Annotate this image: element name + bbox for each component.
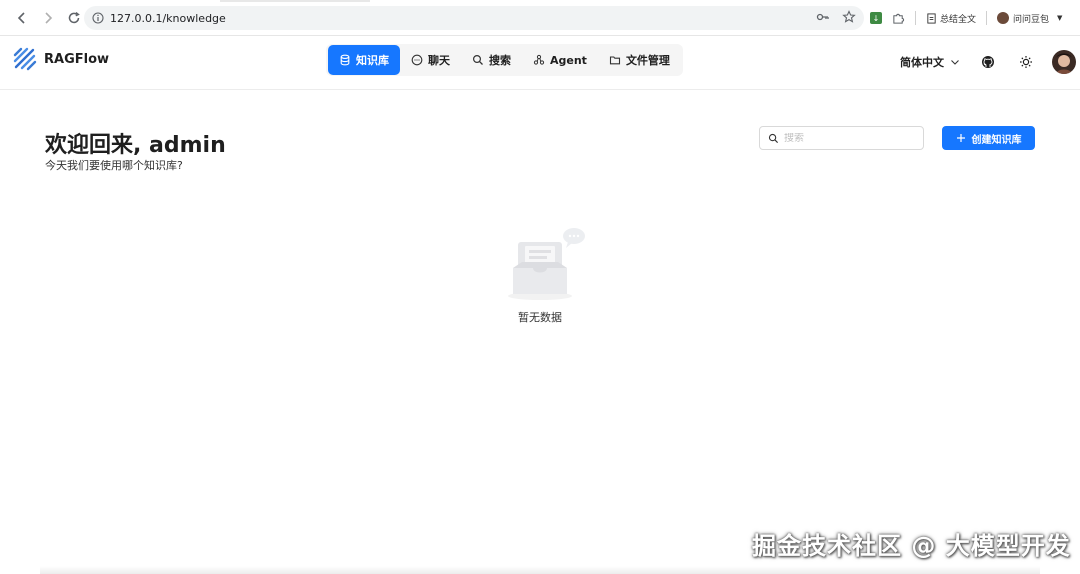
nav-label: 文件管理	[625, 54, 670, 67]
watermark: 掘金技术社区 @ 大模型开发	[752, 532, 1071, 560]
toolbar-divider	[915, 11, 916, 25]
address-bar[interactable]: 127.0.0.1/knowledge	[84, 6, 864, 30]
github-button[interactable]	[978, 52, 998, 72]
chat-icon	[411, 54, 423, 66]
profile-avatar	[997, 12, 1010, 24]
site-info-icon[interactable]	[92, 12, 104, 24]
chevron-down-icon	[951, 60, 959, 65]
browser-extensions: ↓ 总结全文 问问豆包 ▼	[870, 6, 1062, 30]
user-avatar[interactable]	[1052, 50, 1076, 74]
empty-state-illustration	[508, 228, 585, 300]
summary-label: 总结全文	[940, 14, 977, 25]
ragflow-logo-icon	[13, 47, 37, 71]
main-nav: 知识库 聊天 搜索 Agent 文件管理	[326, 44, 683, 76]
reload-button[interactable]	[62, 6, 86, 30]
forward-arrow-icon	[45, 11, 53, 24]
profile-button[interactable]: 问问豆包 ▼	[997, 12, 1062, 25]
profile-name: 问问豆包	[1013, 14, 1050, 25]
bookmark-star-icon[interactable]	[842, 10, 856, 24]
database-icon	[340, 54, 350, 66]
back-button[interactable]	[10, 6, 34, 30]
nav-label: 搜索	[489, 54, 511, 67]
nav-label: Agent	[550, 53, 587, 67]
extensions-puzzle-icon[interactable]	[892, 12, 905, 25]
nav-file-management[interactable]: 文件管理	[598, 45, 681, 75]
nav-label: 聊天	[428, 54, 450, 67]
download-extension-icon[interactable]: ↓	[870, 12, 882, 24]
app-header: RAGFlow 知识库 聊天 搜索 Agent 文件管理 简体中文	[0, 36, 1080, 90]
agent-icon	[533, 54, 545, 65]
folder-icon	[609, 56, 620, 65]
brand-name: RAGFlow	[44, 51, 110, 67]
reload-icon	[68, 11, 80, 23]
language-label: 简体中文	[900, 56, 944, 69]
page-title: 欢迎回来, admin	[45, 133, 226, 158]
back-arrow-icon	[17, 11, 25, 24]
header-actions: 简体中文	[900, 50, 1076, 74]
browser-toolbar: 127.0.0.1/knowledge ↓ 总结全文 问问豆包 ▼	[0, 0, 1080, 36]
search-input[interactable]	[784, 132, 914, 144]
search-icon	[768, 133, 779, 143]
avatar-image	[1052, 50, 1076, 74]
github-icon	[982, 56, 994, 68]
url-text[interactable]: 127.0.0.1/knowledge	[110, 12, 226, 25]
plus-icon	[956, 134, 965, 142]
search-box[interactable]	[759, 126, 924, 150]
nav-knowledge-base[interactable]: 知识库	[328, 45, 400, 75]
nav-search[interactable]: 搜索	[461, 45, 522, 75]
password-key-icon[interactable]	[816, 10, 830, 24]
dropdown-caret-icon: ▼	[1057, 14, 1063, 22]
nav-chat[interactable]: 聊天	[400, 45, 461, 75]
summary-button[interactable]: 总结全文	[926, 12, 976, 25]
create-knowledge-base-button[interactable]: 创建知识库	[942, 126, 1035, 150]
bottom-shadow	[40, 566, 1040, 574]
search-icon	[472, 54, 483, 65]
nav-label: 知识库	[356, 54, 389, 67]
theme-toggle-button[interactable]	[1016, 52, 1036, 72]
app-logo[interactable]: RAGFlow	[12, 46, 109, 72]
forward-button[interactable]	[36, 6, 60, 30]
page-subtitle: 今天我们要使用哪个知识库?	[45, 159, 183, 172]
language-selector[interactable]: 简体中文	[900, 54, 960, 70]
empty-state-text: 暂无数据	[518, 311, 562, 324]
summary-doc-icon	[927, 12, 936, 24]
nav-agent[interactable]: Agent	[522, 45, 598, 75]
create-button-label: 创建知识库	[971, 134, 1022, 146]
sun-icon	[1020, 56, 1032, 68]
active-tab-indicator	[220, 0, 370, 2]
toolbar-divider	[986, 11, 988, 25]
